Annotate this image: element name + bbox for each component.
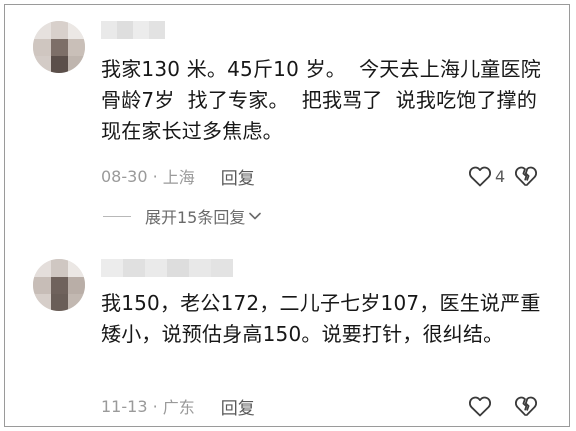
username-blurred[interactable] [101,21,165,39]
like-count: 4 [495,166,506,186]
broken-heart-icon [514,166,538,186]
broken-heart-icon [514,396,538,416]
heart-outline-icon [468,166,492,187]
comment-location: 广东 [162,398,195,417]
like-button[interactable] [468,392,495,420]
reply-button[interactable]: 回复 [221,164,255,189]
dislike-button[interactable] [512,162,540,190]
meta-separator: · [147,396,163,416]
comment-meta: 11-13 · 广东 回复 [101,392,255,420]
username-blurred[interactable] [101,259,233,277]
comment-meta: 08-30 · 上海 回复 [101,162,255,190]
reply-button[interactable]: 回复 [221,394,255,419]
expand-replies-button[interactable]: 展开15条回复 [103,204,262,228]
expand-replies-label: 展开15条回复 [145,208,246,227]
comment-date: 11-13 [101,396,148,416]
avatar[interactable] [33,259,85,311]
chevron-down-icon [249,212,262,220]
comment-date: 08-30 [101,166,148,186]
meta-separator: · [147,166,163,186]
comment-location: 上海 [162,168,195,187]
heart-outline-icon [468,396,492,417]
comment-text: 我150，老公172，二儿子七岁107，医生说严重矮小，说预估身高150。说要打… [101,291,541,346]
screenshot-frame: 我家130 米。45斤10 岁。 今天去上海儿童医院 骨龄7岁 找了专家。 把我… [4,4,570,427]
comment-text: 我家130 米。45斤10 岁。 今天去上海儿童医院 骨龄7岁 找了专家。 把我… [101,57,555,143]
dislike-button[interactable] [512,392,540,420]
like-button[interactable]: 4 [468,162,505,190]
avatar[interactable] [33,21,85,73]
expand-divider [103,215,131,217]
